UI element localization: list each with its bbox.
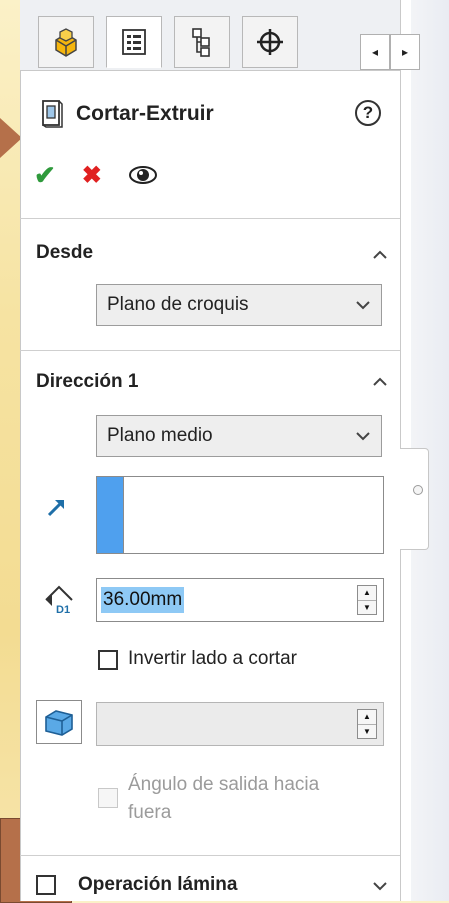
action-buttons: ✔ ✖: [34, 158, 158, 192]
tab-configuration-manager[interactable]: [174, 16, 230, 68]
tab-property-manager[interactable]: [106, 16, 162, 68]
draft-spinner[interactable]: ▲ ▼: [357, 709, 377, 739]
configuration-manager-icon: [192, 28, 210, 57]
tab-scroll-buttons: ◂ ▸: [360, 34, 420, 70]
section-direccion1-title: Dirección 1: [36, 371, 139, 392]
preview-eye-icon[interactable]: [128, 164, 158, 186]
end-condition-select[interactable]: Plano medio: [96, 415, 382, 457]
depth-dimension-icon: D1: [45, 585, 73, 616]
ok-button[interactable]: ✔: [34, 160, 56, 191]
tab-scroll-right-button[interactable]: ▸: [390, 34, 420, 70]
spin-up-icon[interactable]: ▲: [358, 586, 376, 600]
draft-outward-checkbox[interactable]: [98, 788, 118, 808]
tab-scroll-left-button[interactable]: ◂: [360, 34, 390, 70]
chevron-down-icon: [356, 301, 370, 310]
depth-spinner[interactable]: ▲ ▼: [357, 585, 377, 615]
cut-extrude-icon: [42, 100, 63, 128]
tab-dimxpert-manager[interactable]: [242, 16, 298, 68]
depth-value: 36.00mm: [101, 587, 185, 613]
tab-feature-manager[interactable]: [38, 16, 94, 68]
desde-select[interactable]: Plano de croquis: [96, 284, 382, 326]
draft-outward-label: Ángulo de salida hacia fuera: [128, 774, 320, 823]
draft-toggle-button[interactable]: [36, 700, 82, 744]
splitter-grip[interactable]: [413, 485, 423, 495]
end-condition-value: Plano medio: [107, 425, 213, 446]
selection-color-bar: [97, 477, 124, 553]
divider: [20, 855, 400, 856]
spin-down-icon[interactable]: ▼: [358, 723, 376, 739]
depth-input[interactable]: 36.00mm ▲ ▼: [96, 578, 384, 622]
divider: [20, 218, 400, 219]
chevron-up-icon[interactable]: [372, 374, 388, 390]
panel-collapse-handle[interactable]: [400, 448, 429, 550]
section-desde-title: Desde: [36, 242, 94, 263]
direction-selection-box[interactable]: [96, 476, 384, 554]
divider: [20, 350, 400, 351]
manager-tabs: ◂ ▸: [20, 0, 420, 71]
desde-select-value: Plano de croquis: [107, 294, 249, 315]
chevron-down-icon[interactable]: [372, 878, 388, 894]
property-manager-icon: [122, 29, 146, 55]
thin-feature-checkbox[interactable]: [36, 875, 56, 895]
spin-up-icon[interactable]: ▲: [358, 710, 376, 724]
flip-side-label: Invertir lado a cortar: [128, 648, 297, 669]
draft-angle-input[interactable]: ▲ ▼: [96, 702, 384, 746]
svg-text:D1: D1: [56, 604, 70, 616]
dimxpert-manager-icon: [257, 29, 283, 55]
spin-down-icon[interactable]: ▼: [358, 599, 376, 615]
help-icon[interactable]: ?: [355, 100, 381, 126]
page-title: Cortar-Extruir: [76, 102, 214, 125]
feature-manager-icon: [55, 28, 77, 57]
draft-icon: [45, 710, 73, 736]
flip-side-checkbox[interactable]: [98, 650, 118, 670]
section-operacion-title: Operación lámina: [78, 874, 238, 895]
direction-arrow-icon[interactable]: [46, 496, 68, 518]
chevron-down-icon: [356, 432, 370, 441]
callout-arrow: [0, 118, 22, 158]
feature-title-row: Cortar-Extruir: [40, 96, 214, 132]
cancel-button[interactable]: ✖: [82, 161, 102, 190]
chevron-up-icon[interactable]: [372, 247, 388, 263]
